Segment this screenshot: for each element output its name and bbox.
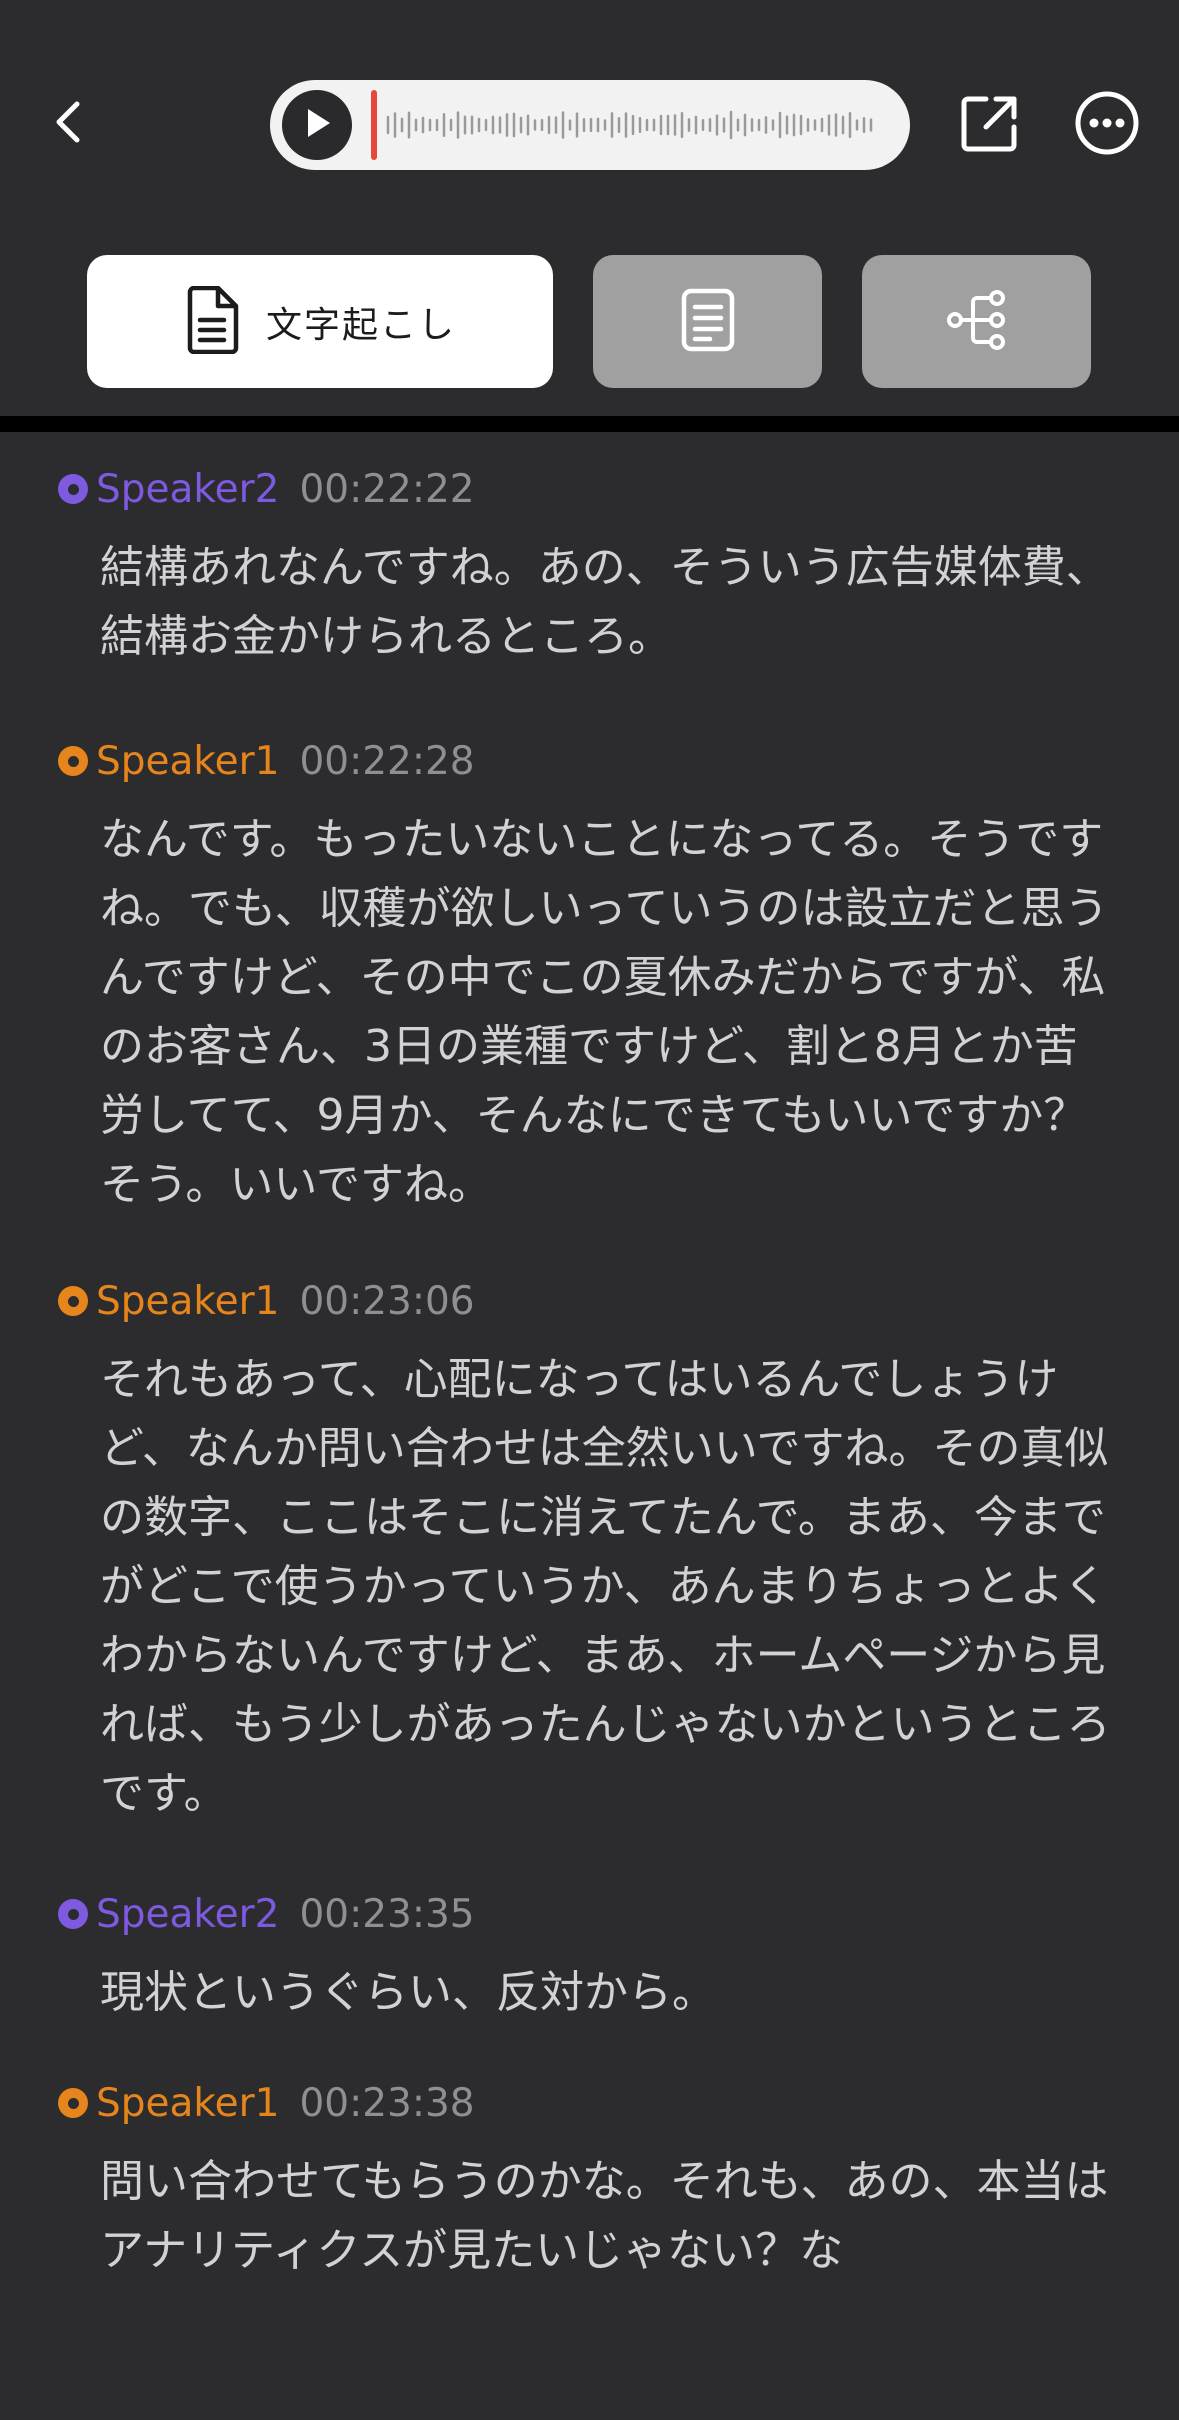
- speaker-row: Speaker2 00:23:35: [58, 1884, 1119, 1944]
- utterance-text[interactable]: 現状というぐらい、反対から。: [58, 1958, 1119, 2027]
- utterance-text[interactable]: 結構あれなんですね。あの、そういう広告媒体費、結構お金かけられるところ。: [58, 533, 1119, 671]
- speaker-row: Speaker1 00:23:06: [58, 1271, 1119, 1331]
- tab-mindmap[interactable]: [862, 255, 1091, 388]
- tab-transcript-label: 文字起こし: [265, 304, 456, 346]
- speaker-name[interactable]: Speaker2: [96, 467, 279, 512]
- tab-transcript[interactable]: 文字起こし: [87, 255, 553, 388]
- speaker-row: Speaker1 00:22:28: [58, 731, 1119, 791]
- transcript-entry[interactable]: Speaker2 00:22:22 結構あれなんですね。あの、そういう広告媒体費、結…: [0, 459, 1179, 671]
- share-button[interactable]: [955, 90, 1025, 160]
- speaker-dot-icon: [58, 2088, 88, 2118]
- speaker-dot-icon: [58, 474, 88, 504]
- speaker-row: Speaker1 00:23:38: [58, 2073, 1119, 2133]
- speaker-name[interactable]: Speaker1: [96, 2081, 279, 2126]
- utterance-text[interactable]: なんです。もったいないことになってる。そうですね。でも、収穫が欲しいっていうのは…: [58, 805, 1119, 1219]
- transcript-list[interactable]: そうなんです。それ止めてください。Speaker200:22:22結構あれなんで…: [0, 432, 1179, 2290]
- timestamp[interactable]: 00:23:06: [299, 1279, 474, 1324]
- utterance-text[interactable]: 問い合わせてもらうのかな。それも、あの、本当はアナリティクスが見たいじゃない？な: [58, 2147, 1119, 2285]
- bottom-spacer: [0, 2290, 1179, 2420]
- playhead[interactable]: [371, 90, 377, 160]
- audio-player: [270, 80, 910, 170]
- play-icon: [302, 107, 332, 143]
- speaker-name[interactable]: Speaker1: [96, 1279, 279, 1324]
- transcript-entry[interactable]: Speaker1 00:23:38 問い合わせてもらうのかな。それも、あの、本当はア…: [0, 2073, 1179, 2285]
- document-icon: [184, 285, 240, 358]
- speaker-dot-icon: [58, 746, 88, 776]
- more-button[interactable]: [1070, 88, 1144, 162]
- share-icon: [958, 91, 1022, 159]
- play-button[interactable]: [282, 90, 352, 160]
- speaker-dot-icon: [58, 1286, 88, 1316]
- timestamp[interactable]: 00:22:22: [299, 467, 474, 512]
- chevron-left-icon: [51, 98, 85, 150]
- speaker-row: Speaker2 00:22:22: [58, 459, 1119, 519]
- header-divider: [0, 416, 1179, 432]
- top-bar: 文字起こし: [0, 0, 1179, 420]
- ellipsis-circle-icon: [1074, 90, 1140, 160]
- utterance-text[interactable]: それもあって、心配になってはいるんでしょうけど、なんか問い合わせは全然いいですね…: [58, 1345, 1119, 1828]
- tab-summary[interactable]: [593, 255, 822, 388]
- summary-icon: [680, 287, 736, 357]
- timestamp[interactable]: 00:23:35: [299, 1892, 474, 1937]
- transcript-entry[interactable]: Speaker1 00:22:28 なんです。もったいないことになってる。そうですね…: [0, 731, 1179, 1219]
- speaker-name[interactable]: Speaker1: [96, 739, 279, 784]
- speaker-dot-icon: [58, 1899, 88, 1929]
- transcript-entry[interactable]: Speaker2 00:23:35 現状というぐらい、反対から。: [0, 1884, 1179, 2027]
- transcript-entry[interactable]: Speaker1 00:23:06 それもあって、心配になってはいるんでしょうけど、…: [0, 1271, 1179, 1828]
- timestamp[interactable]: 00:22:28: [299, 739, 474, 784]
- speaker-name[interactable]: Speaker2: [96, 1892, 279, 1937]
- mindmap-icon: [945, 288, 1009, 356]
- back-button[interactable]: [44, 92, 92, 156]
- waveform[interactable]: [384, 90, 884, 160]
- timestamp[interactable]: 00:23:38: [299, 2081, 474, 2126]
